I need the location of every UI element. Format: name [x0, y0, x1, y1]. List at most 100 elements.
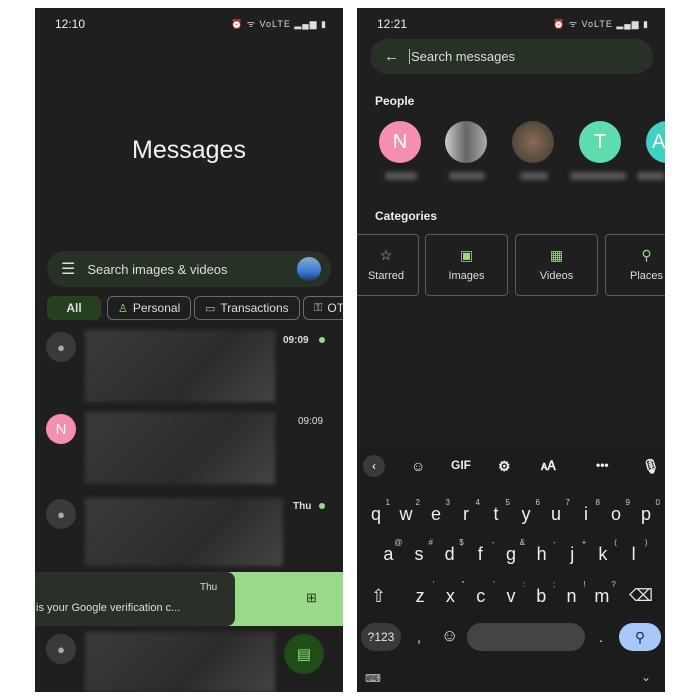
- gif-button[interactable]: GIF: [451, 458, 471, 472]
- key-hint: 6: [535, 498, 540, 507]
- search-input[interactable]: Search images & videos: [87, 262, 227, 277]
- key-b[interactable]: b;: [527, 580, 555, 607]
- key-k[interactable]: k(: [589, 538, 617, 565]
- comma-key[interactable]: ,: [417, 629, 421, 645]
- key-hint: 2: [415, 498, 420, 507]
- emoji-key-icon[interactable]: ☺: [441, 626, 458, 646]
- key-d[interactable]: d $: [436, 538, 464, 565]
- key-e[interactable]: e3: [422, 498, 450, 525]
- chip-otp[interactable]: ⚿ OTP: [303, 296, 343, 320]
- message-preview-blurred: [85, 632, 275, 692]
- key-j[interactable]: j +: [558, 538, 586, 565]
- key-label: l: [631, 544, 636, 564]
- key-w[interactable]: w2: [392, 498, 421, 525]
- people-heading: People: [375, 94, 415, 108]
- shift-key-icon[interactable]: ⇧: [371, 586, 386, 607]
- key-label: j: [570, 544, 575, 564]
- message-time: 09:09: [283, 335, 309, 346]
- category-starred[interactable]: ☆ Starred: [357, 234, 419, 296]
- space-key[interactable]: [467, 623, 585, 651]
- sticker-icon[interactable]: ☺: [411, 458, 425, 474]
- profile-avatar[interactable]: [297, 257, 321, 281]
- star-icon: ☆: [379, 247, 393, 263]
- chip-label: OTP: [327, 301, 343, 315]
- person-avatar[interactable]: [445, 121, 487, 163]
- category-label: Videos: [539, 270, 574, 282]
- key-hint: 5: [505, 498, 510, 507]
- search-input[interactable]: Search messages: [409, 49, 515, 64]
- search-key[interactable]: ⚲: [619, 623, 661, 651]
- key-q[interactable]: q1: [362, 498, 390, 525]
- key-label: y: [521, 504, 531, 524]
- key-m[interactable]: m?: [588, 580, 616, 607]
- chip-personal[interactable]: ♙ Personal: [107, 296, 192, 320]
- key-a[interactable]: a @: [374, 538, 402, 565]
- key-label: u: [550, 504, 561, 524]
- key-l[interactable]: l): [620, 538, 648, 565]
- person-avatar[interactable]: N: [379, 121, 421, 163]
- key-hint: ": [461, 580, 465, 589]
- chip-transactions[interactable]: ▭ Transactions: [194, 296, 300, 320]
- image-icon: ▣: [459, 247, 474, 263]
- person-avatar[interactable]: [512, 121, 554, 163]
- key-hint: &: [519, 538, 525, 547]
- key-row-1: q1w2e3r4t5y6u7i8o9p0: [357, 498, 665, 525]
- keyboard-switch-icon[interactable]: ⌨: [365, 672, 381, 685]
- key-label: v: [506, 586, 516, 606]
- collapse-toolbar-button[interactable]: ‹: [363, 455, 385, 477]
- unread-dot: [319, 503, 325, 509]
- key-z[interactable]: z ': [406, 580, 435, 607]
- period-key[interactable]: .: [599, 629, 603, 645]
- chip-label: Transactions: [220, 301, 289, 315]
- microphone-icon[interactable]: 🎙: [642, 458, 660, 475]
- symbols-key[interactable]: ?123: [361, 623, 401, 651]
- translate-icon[interactable]: 🗚: [541, 458, 556, 474]
- more-icon[interactable]: •••: [596, 458, 609, 472]
- key-hint: 8: [595, 498, 600, 507]
- key-label: m: [594, 586, 610, 606]
- key-u[interactable]: u7: [542, 498, 570, 525]
- key-label: a: [383, 544, 394, 564]
- key-x[interactable]: x ": [436, 580, 465, 607]
- menu-icon[interactable]: ☰: [61, 259, 75, 279]
- hide-keyboard-chevron-icon[interactable]: ⌄: [641, 670, 651, 684]
- key-hint: 1: [385, 498, 390, 507]
- archive-icon[interactable]: ⊞: [306, 590, 317, 606]
- category-videos[interactable]: ▦ Videos: [515, 234, 598, 296]
- key-i[interactable]: i8: [572, 498, 600, 525]
- key-p[interactable]: p0: [632, 498, 660, 525]
- key-label: x: [445, 586, 455, 606]
- key-o[interactable]: o9: [602, 498, 630, 525]
- person-avatar[interactable]: T: [579, 121, 621, 163]
- start-chat-fab[interactable]: ▤: [284, 634, 324, 674]
- key-t[interactable]: t5: [482, 498, 510, 525]
- person-avatar[interactable]: A: [646, 121, 665, 163]
- contact-avatar: N: [46, 414, 76, 444]
- key-g[interactable]: g &: [497, 538, 525, 565]
- search-bar[interactable]: ← Search messages: [370, 39, 653, 74]
- conversation-row-swiped[interactable]: Thu is your Google verification c...: [35, 572, 235, 626]
- back-arrow-icon[interactable]: ←: [384, 48, 399, 65]
- key-label: q: [370, 504, 381, 524]
- chip-all[interactable]: All: [47, 296, 101, 320]
- key-y[interactable]: y6: [512, 498, 541, 525]
- category-images[interactable]: ▣ Images: [425, 234, 508, 296]
- key-v[interactable]: v:: [497, 580, 525, 607]
- key-label: c: [476, 586, 486, 606]
- key-f[interactable]: f-: [466, 538, 495, 565]
- key-label: w: [399, 504, 413, 524]
- key-h[interactable]: h-: [528, 538, 556, 565]
- key-label: g: [505, 544, 516, 564]
- status-icons: ⏰ ᯤ VoLTE ▂▄▆ ▮: [231, 19, 327, 29]
- category-places[interactable]: ⚲ Places: [605, 234, 665, 296]
- key-r[interactable]: r4: [452, 498, 480, 525]
- key-hint: !: [583, 580, 586, 589]
- key-n[interactable]: n!: [558, 580, 586, 607]
- backspace-key-icon[interactable]: ⌫: [629, 586, 653, 606]
- search-bar[interactable]: ☰ Search images & videos: [47, 251, 331, 287]
- message-preview-blurred: [85, 330, 275, 402]
- key-s[interactable]: s #: [405, 538, 433, 565]
- key-c[interactable]: c ': [467, 580, 495, 607]
- settings-gear-icon[interactable]: ⚙: [498, 458, 511, 475]
- key-hint: -: [552, 538, 556, 547]
